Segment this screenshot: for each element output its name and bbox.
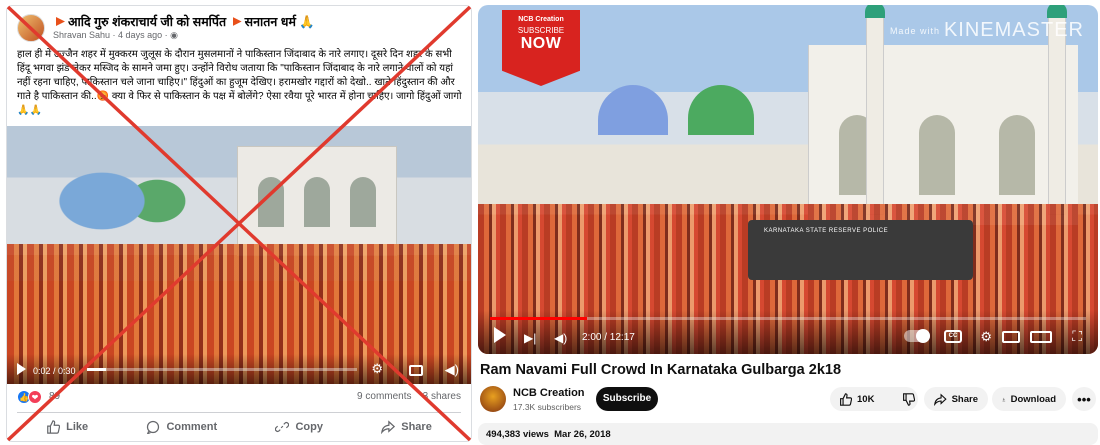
- comment-icon: [147, 420, 160, 434]
- video-frame-minaret: [865, 5, 885, 215]
- share-arrow-icon: [934, 393, 947, 406]
- reaction-count[interactable]: 89: [49, 391, 60, 402]
- player-progress-fill: [490, 317, 588, 320]
- download-icon: [1002, 397, 1006, 401]
- player-time: 2:00 / 12:17: [582, 332, 635, 343]
- gear-icon[interactable]: ⚙: [371, 361, 383, 377]
- reaction-icons[interactable]: 👍 ❤: [17, 390, 42, 404]
- play-icon[interactable]: [494, 327, 506, 343]
- share-arrow-icon: [381, 419, 396, 434]
- video-frame-police-bus: KARNATAKA STATE RESERVE POLICE: [748, 220, 973, 280]
- author-name[interactable]: Shravan Sahu: [53, 30, 110, 40]
- like-button[interactable]: Like: [46, 419, 89, 434]
- player-controls: ▶| ◀) 2:00 / 12:17 CC ⚙ ⛶: [478, 310, 1098, 354]
- channel-name[interactable]: NCB Creation: [513, 387, 585, 399]
- fullscreen-icon[interactable]: ⛶: [1072, 328, 1082, 345]
- video-progress-bar[interactable]: [87, 368, 357, 371]
- youtube-watch-page: KARNATAKA STATE RESERVE POLICE NCB Creat…: [478, 0, 1100, 445]
- watermark-made-with: Made with: [889, 25, 940, 36]
- volume-icon[interactable]: ◀): [445, 362, 459, 378]
- like-label: Like: [66, 420, 89, 433]
- subscriber-count: 17.3K subscribers: [513, 402, 582, 412]
- next-icon[interactable]: ▶|: [524, 331, 536, 345]
- video-frame-green-dome: [688, 85, 754, 135]
- player-progress-bar[interactable]: [490, 317, 1086, 320]
- link-icon: [275, 421, 290, 432]
- facebook-post: आदि गुरु शंकराचार्य जी को समर्पित सनातन …: [6, 5, 472, 442]
- thumbs-up-icon: [47, 419, 61, 434]
- share-button[interactable]: Share: [381, 419, 432, 434]
- video-frame-mosque: [808, 45, 1078, 225]
- video-time: 0:02 / 0:30: [33, 366, 76, 376]
- picture-in-picture-icon[interactable]: [409, 365, 423, 376]
- video-frame-minaret: [1047, 5, 1067, 215]
- subscribe-now-badge: NCB Creation SUBSCRIBE NOW: [502, 10, 580, 86]
- thumbs-up-icon: [840, 392, 852, 406]
- post-stats: 👍 ❤ 89 9 comments 3 shares: [17, 390, 461, 406]
- copy-button[interactable]: Copy: [275, 420, 323, 434]
- video-title: Ram Navami Full Crowd In Karnataka Gulba…: [480, 362, 842, 378]
- post-actions: Like Comment Copy Share: [17, 412, 461, 440]
- gear-icon[interactable]: ⚙: [980, 329, 992, 345]
- video-frame-mosque: [237, 146, 397, 256]
- kinemaster-watermark: Made with KINEMASTER: [890, 19, 1084, 42]
- dislike-button[interactable]: [893, 387, 924, 411]
- share-label: Share: [401, 420, 432, 433]
- copy-label: Copy: [295, 420, 323, 433]
- page-name[interactable]: आदि गुरु शंकराचार्य जी को समर्पित सनातन …: [53, 13, 315, 30]
- post-video[interactable]: 0:02 / 0:30 ⚙ ◀): [7, 126, 471, 384]
- post-meta: Shravan Sahu · 4 days ago · ◉: [53, 30, 178, 40]
- love-reaction-icon: ❤: [28, 390, 42, 404]
- post-text: हाल ही में उज्जैन शहर में मुक्करम जुलूस …: [17, 49, 462, 116]
- post-header: आदि गुरु शंकराचार्य जी को समर्पित सनातन …: [17, 12, 461, 46]
- captions-icon[interactable]: CC: [944, 330, 962, 343]
- youtube-player[interactable]: KARNATAKA STATE RESERVE POLICE NCB Creat…: [478, 5, 1098, 354]
- globe-icon: ◉: [170, 30, 178, 40]
- comment-share-counts: 9 comments 3 shares: [357, 391, 461, 402]
- download-button[interactable]: Download: [992, 387, 1066, 411]
- share-button[interactable]: Share: [924, 387, 988, 411]
- upload-date: Mar 26, 2018: [554, 429, 611, 440]
- post-time[interactable]: 4 days ago: [118, 30, 162, 40]
- like-count: 10K: [857, 393, 875, 405]
- saffron-flag-icon: [56, 17, 65, 26]
- autoplay-toggle[interactable]: [904, 329, 930, 343]
- comment-label: Comment: [166, 420, 218, 433]
- badge-now: NOW: [520, 35, 562, 52]
- more-horizontal-icon: •••: [1077, 391, 1091, 407]
- theater-mode-icon[interactable]: [1030, 331, 1052, 343]
- channel-avatar[interactable]: [480, 386, 506, 412]
- comment-button[interactable]: Comment: [146, 420, 217, 434]
- bus-text: KARNATAKA STATE RESERVE POLICE: [764, 228, 889, 234]
- video-controls: 0:02 / 0:30 ⚙ ◀): [7, 354, 471, 384]
- thumbs-down-icon: [903, 392, 916, 406]
- miniplayer-icon[interactable]: [1002, 331, 1020, 343]
- more-actions-button[interactable]: •••: [1072, 387, 1096, 411]
- like-dislike-group: 10K: [830, 387, 918, 411]
- volume-icon[interactable]: ◀): [554, 331, 567, 345]
- description-box[interactable]: 494,383 views Mar 26, 2018: [478, 423, 1098, 445]
- subscribe-button[interactable]: Subscribe: [596, 387, 658, 411]
- download-label: Download: [1010, 393, 1056, 405]
- video-frame-blue-dome: [598, 85, 668, 135]
- like-button[interactable]: 10K: [830, 387, 883, 411]
- video-progress-fill: [87, 368, 106, 371]
- shares-count[interactable]: 3 shares: [423, 391, 461, 402]
- view-count: 494,383 views: [486, 429, 549, 440]
- share-label: Share: [951, 393, 978, 405]
- play-icon[interactable]: [17, 363, 26, 375]
- badge-channel: NCB Creation: [518, 16, 564, 23]
- saffron-flag-icon: [232, 17, 242, 26]
- watermark-brand: KINEMASTER: [943, 19, 1084, 41]
- comments-count[interactable]: 9 comments: [357, 391, 411, 402]
- page-avatar[interactable]: [17, 14, 45, 42]
- badge-subscribe: SUBSCRIBE: [517, 26, 565, 35]
